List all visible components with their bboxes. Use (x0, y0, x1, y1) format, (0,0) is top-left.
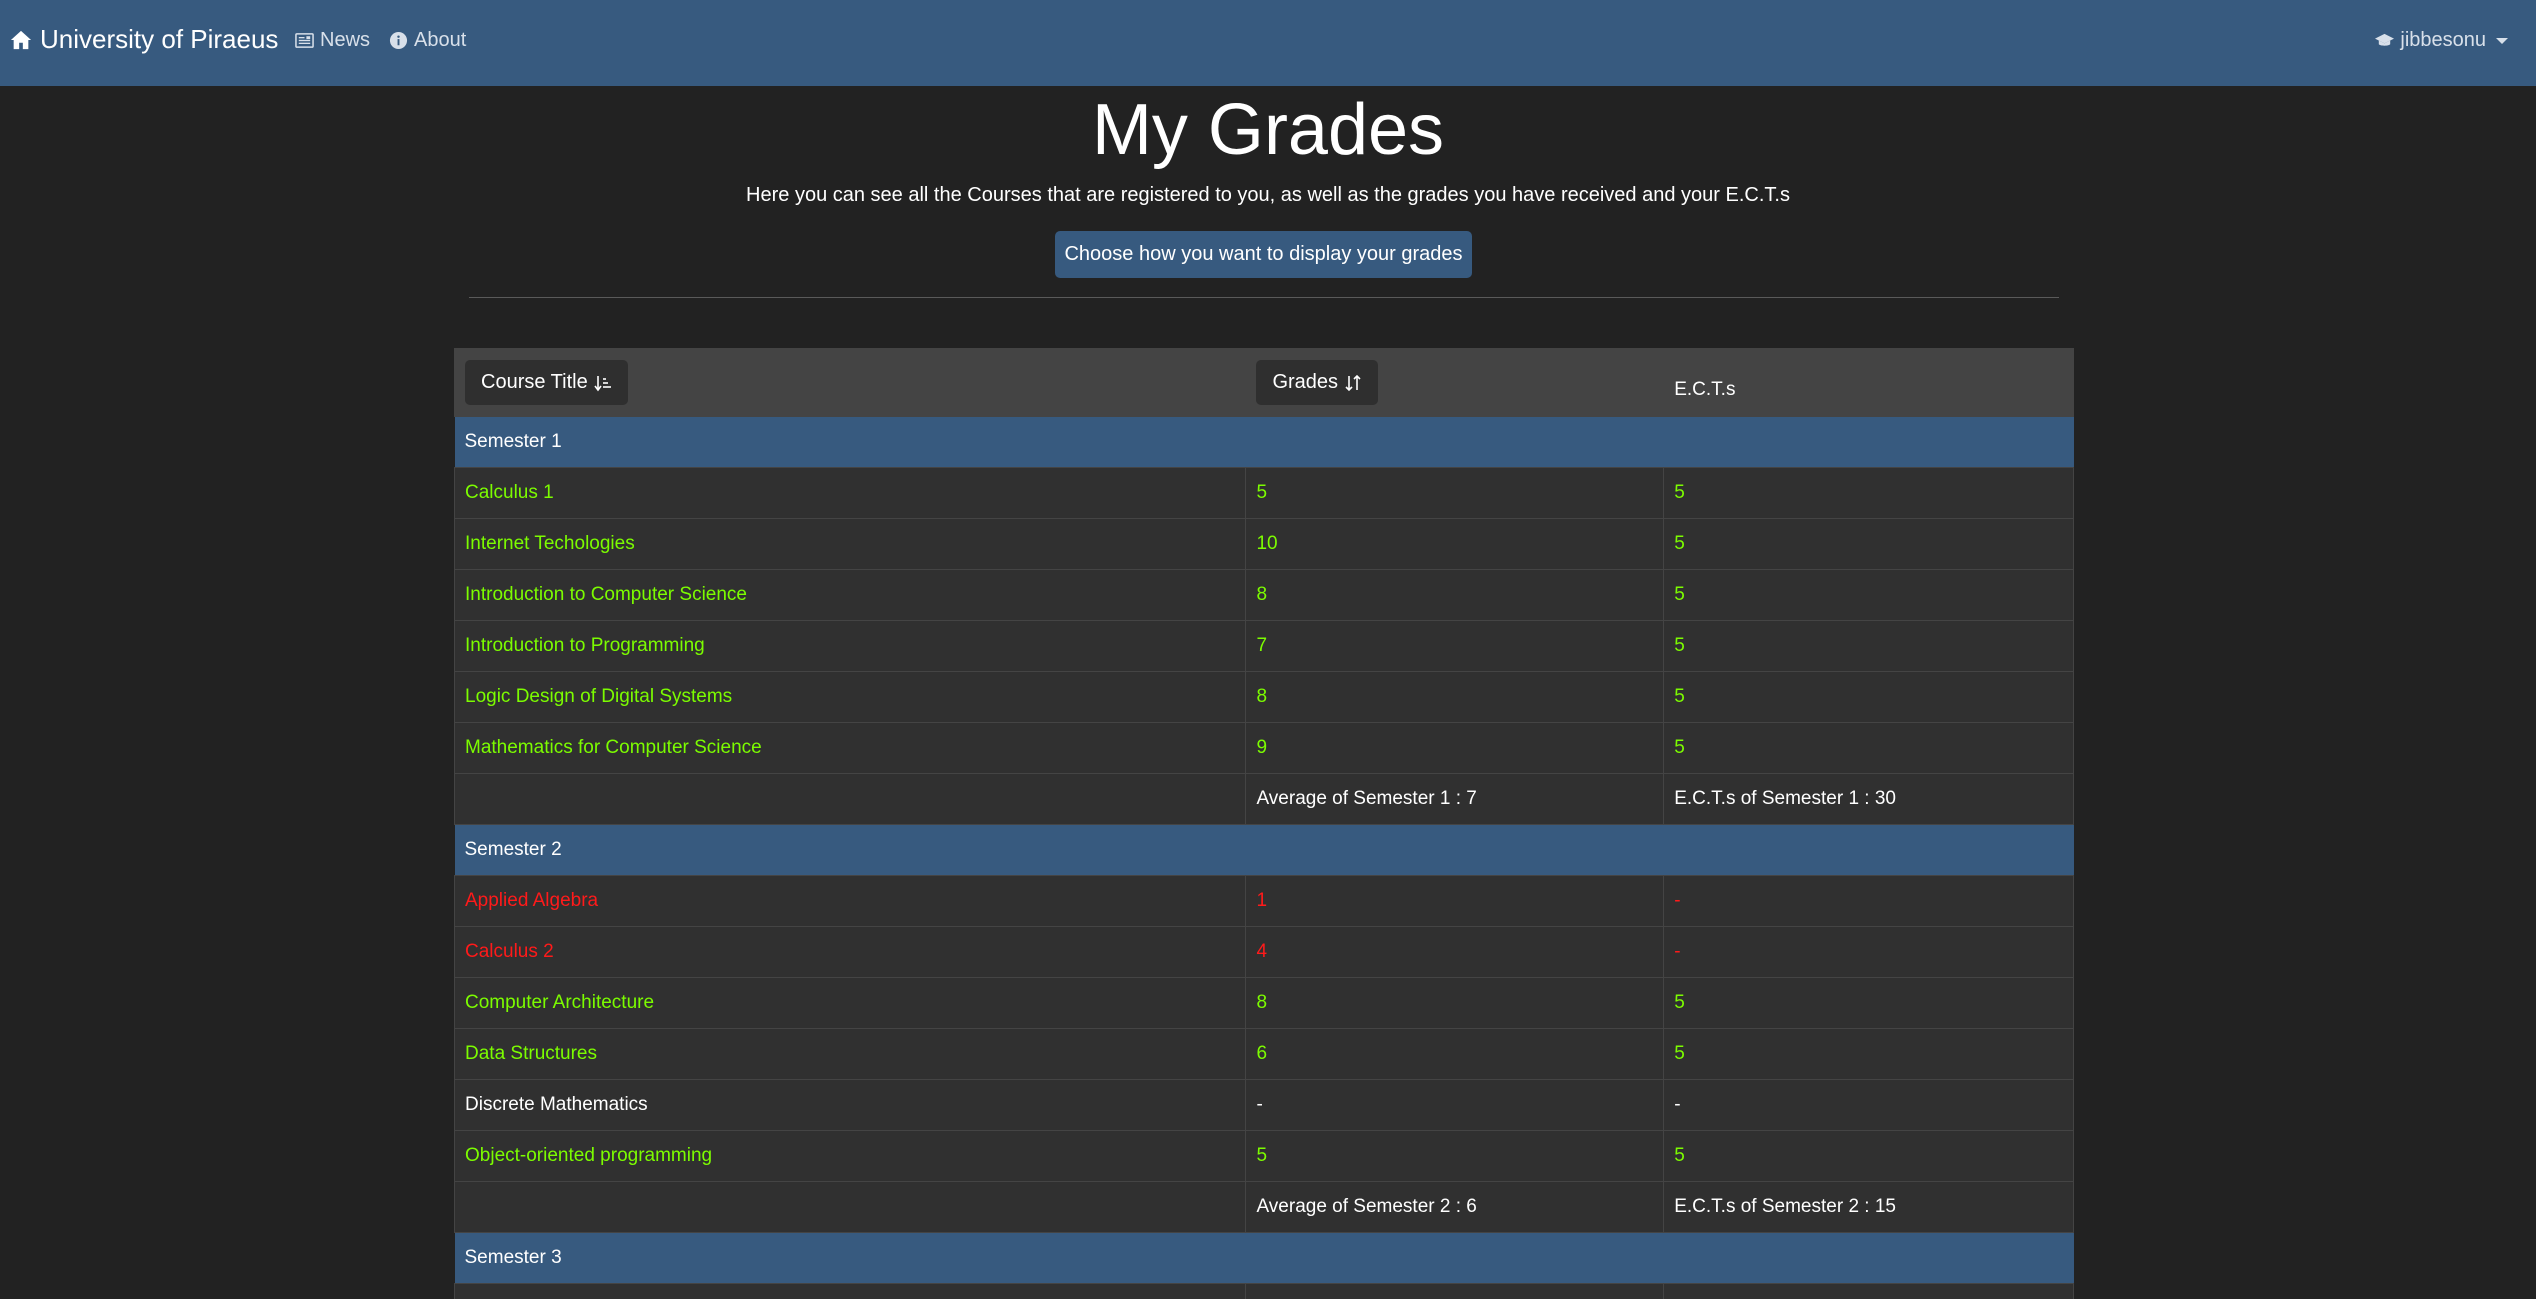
course-title-cell: Calculus 2 (453, 926, 1247, 978)
summary-empty-cell (453, 1181, 1247, 1233)
grade-cell: 6 (1245, 1028, 1665, 1080)
table-row: Discrete Mathematics - - (453, 1079, 2074, 1131)
grade-cell: 8 (1245, 569, 1665, 621)
ects-cell: 5 (1663, 671, 2074, 723)
semester-summary-row: Average of Semester 2 : 6 E.C.T.s of Seme… (453, 1181, 2074, 1233)
grade-cell: 5 (1245, 1130, 1665, 1182)
graduation-cap-icon (2375, 33, 2395, 46)
grade-cell: 4 (1245, 926, 1665, 978)
semester-ects-total: E.C.T.s of Semester 1 : 30 (1663, 773, 2074, 825)
semester-label: Semester 1 (454, 416, 2074, 468)
table-row: Data Structures 6 5 (453, 1028, 2074, 1080)
semester-summary-row: Average of Semester 1 : 7 E.C.T.s of Seme… (453, 773, 2074, 825)
brand-label: University of Piraeus (40, 24, 279, 54)
semester-header-row: Semester 2 (454, 824, 2074, 876)
table-row: Object-oriented programming 5 5 (453, 1130, 2074, 1182)
course-title-cell: Data Structures (453, 1028, 1247, 1080)
table-row: Computer Architecture 8 5 (453, 977, 2074, 1029)
course-title-cell: Object-oriented programming (453, 1130, 1247, 1182)
newspaper-icon (295, 33, 314, 48)
table-row: Logic Design of Digital Systems 8 5 (453, 671, 2074, 723)
grades-table: Course Title Grades E.C.T.s Semester 1 C… (453, 348, 2074, 1299)
course-title-cell: Computer Architecture (453, 977, 1247, 1029)
nav-news[interactable]: News (295, 29, 370, 52)
grade-cell: 7 (1245, 620, 1665, 672)
course-title-cell (453, 1283, 1247, 1299)
nav-news-label: News (320, 29, 371, 51)
ects-cell: - (1663, 875, 2074, 927)
summary-empty-cell (453, 773, 1247, 825)
sort-by-grades-button[interactable]: Grades (1256, 360, 1379, 405)
display-options-button[interactable]: Choose how you want to display your grad… (1055, 231, 1472, 278)
column-header-ects: E.C.T.s (1663, 348, 2074, 417)
username: jibbesonu (2400, 29, 2486, 51)
sort-by-title-button[interactable]: Course Title (465, 360, 628, 405)
ects-cell: 5 (1663, 722, 2074, 774)
grade-cell: 1 (1245, 875, 1665, 927)
navbar: University of Piraeus News About jibbeso… (0, 0, 2536, 86)
semester-label: Semester 2 (454, 824, 2074, 876)
column-header-grades: Grades (1245, 348, 1665, 417)
table-row: Introduction to Programming 7 5 (453, 620, 2074, 672)
table-row: Calculus 155 (453, 467, 2074, 519)
ects-cell: 5 (1663, 1130, 2074, 1182)
grade-cell (1245, 1283, 1665, 1299)
table-row: Calculus 24- (453, 926, 2074, 978)
semester-average: Average of Semester 1 : 7 (1245, 773, 1665, 825)
ects-cell: 5 (1663, 620, 2074, 672)
table-row (453, 1283, 2074, 1299)
page-title: My Grades (1091, 90, 1445, 170)
chevron-down-icon (2496, 37, 2508, 44)
info-icon (389, 31, 408, 50)
course-title-cell: Logic Design of Digital Systems (453, 671, 1247, 723)
ects-cell: 5 (1663, 977, 2074, 1029)
grade-cell: - (1245, 1079, 1665, 1131)
course-title-cell: Mathematics for Computer Science (453, 722, 1247, 774)
column-header-course-title: Course Title (453, 348, 1247, 417)
ects-cell: - (1663, 926, 2074, 978)
page-subtitle: Here you can see all the Courses that ar… (746, 184, 1790, 206)
sort-ascending-icon (594, 375, 611, 391)
brand-link[interactable]: University of Piraeus (10, 24, 278, 55)
semester-ects-total: E.C.T.s of Semester 2 : 15 (1663, 1181, 2074, 1233)
ects-cell: 5 (1663, 467, 2074, 519)
nav-about-label: About (414, 29, 467, 51)
ects-cell: 5 (1663, 518, 2074, 570)
grade-cell: 10 (1245, 518, 1665, 570)
grades-body: Semester 1 Calculus 1 5 5 Internet Techologi… (453, 416, 2074, 1299)
grade-cell: 5 (1245, 467, 1665, 519)
home-icon (10, 30, 32, 49)
semester-header-row: Semester 3 (454, 1232, 2074, 1284)
course-title-cell: Applied Algebra (453, 875, 1247, 927)
semester-label: Semester 3 (454, 1232, 2074, 1284)
ects-cell (1663, 1283, 2074, 1299)
sort-by-title-label: Course Title (481, 371, 588, 393)
grade-cell: 9 (1245, 722, 1665, 774)
sort-icon (1345, 374, 1361, 391)
user-menu[interactable]: jibbesonu (2375, 29, 2508, 52)
course-title-cell: Internet Techologies (453, 518, 1247, 570)
nav-about[interactable]: About (389, 29, 466, 52)
table-row: Internet Techologies 10 5 (453, 518, 2074, 570)
ects-cell: 5 (1663, 569, 2074, 621)
semester-header-row: Semester 1 (454, 416, 2074, 468)
grade-cell: 8 (1245, 671, 1665, 723)
table-row: Applied Algebra 1- (453, 875, 2074, 927)
course-title-cell: Introduction to Programming (453, 620, 1247, 672)
table-row: Introduction to Computer Science 8 5 (453, 569, 2074, 621)
divider (469, 297, 2059, 298)
sort-by-grades-label: Grades (1272, 371, 1339, 393)
course-title-cell: Discrete Mathematics (453, 1079, 1247, 1131)
semester-average: Average of Semester 2 : 6 (1245, 1181, 1665, 1233)
table-header-row: Course Title Grades E.C.T.s (453, 348, 2074, 417)
table-row: Mathematics for Computer Science 9 5 (453, 722, 2074, 774)
grade-cell: 8 (1245, 977, 1665, 1029)
course-title-cell: Introduction to Computer Science (453, 569, 1247, 621)
course-title-cell: Calculus 1 (453, 467, 1247, 519)
ects-cell: - (1663, 1079, 2074, 1131)
ects-cell: 5 (1663, 1028, 2074, 1080)
